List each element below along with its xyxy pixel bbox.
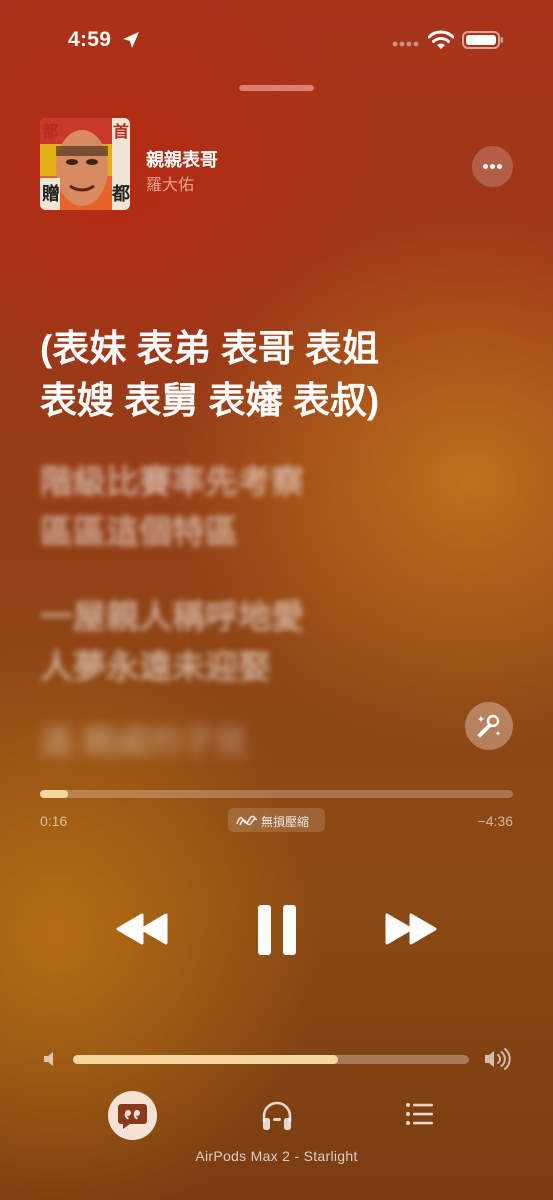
- fast-forward-button[interactable]: [385, 911, 437, 947]
- elapsed-time: 0:16: [40, 813, 68, 829]
- lyric-line-upcoming[interactable]: 區區這個特區: [40, 505, 510, 553]
- lossless-wave-icon: [236, 815, 258, 826]
- sing-button[interactable]: [465, 702, 513, 750]
- artwork-text-1: 首: [113, 122, 130, 141]
- lyric-line-upcoming[interactable]: 過 親戚的子兒: [40, 715, 510, 763]
- playback-progress-bar[interactable]: [40, 790, 513, 798]
- lyric-line-upcoming[interactable]: 人夢永遠未迎娶: [40, 640, 510, 688]
- lyric-line-upcoming[interactable]: 階級比賽率先考察: [40, 455, 510, 503]
- quote-bubble-icon: [118, 1104, 147, 1129]
- battery-icon: [462, 31, 503, 49]
- pause-button[interactable]: [256, 904, 298, 956]
- volume-slider[interactable]: [73, 1055, 469, 1064]
- volume-high-icon: [485, 1048, 511, 1070]
- lyric-line-active[interactable]: 表嫂 表舅 表嬸 表叔): [40, 370, 510, 424]
- volume-low-icon: [44, 1052, 53, 1066]
- playback-progress-fill: [40, 790, 69, 798]
- location-arrow-icon: [123, 32, 139, 48]
- album-artwork[interactable]: 首 都 贈 都: [40, 118, 130, 210]
- wifi-icon: [428, 30, 454, 49]
- song-title[interactable]: 親親表哥: [146, 146, 218, 172]
- lyric-line-active[interactable]: (表妹 表弟 表哥 表姐: [40, 318, 510, 372]
- artwork-text-2: 都: [42, 122, 59, 141]
- volume-slider-fill: [73, 1055, 339, 1064]
- lossless-label: 無損壓縮: [261, 815, 310, 829]
- lossless-badge[interactable]: 無損壓縮: [228, 808, 325, 832]
- more-options-button[interactable]: [472, 146, 513, 187]
- headphones-airplay-button[interactable]: [259, 1098, 295, 1134]
- microphone-sparkle-icon: [477, 714, 501, 738]
- sheet-grabber[interactable]: [239, 85, 314, 91]
- queue-list-button[interactable]: [405, 1102, 435, 1126]
- artwork-text-4: 都: [112, 184, 130, 205]
- song-artist[interactable]: 羅大佑: [146, 171, 194, 195]
- status-time: 4:59: [68, 28, 112, 51]
- lyrics-button[interactable]: [108, 1091, 157, 1140]
- output-device-label[interactable]: AirPods Max 2 - Starlight: [0, 1148, 553, 1164]
- remaining-time: −4:36: [477, 813, 513, 829]
- rewind-button[interactable]: [116, 911, 168, 947]
- lyric-line-upcoming[interactable]: 一屋親人稱呼地愛: [40, 590, 510, 638]
- artwork-text-3: 贈: [42, 184, 60, 205]
- cellular-signal-icon: [392, 41, 419, 47]
